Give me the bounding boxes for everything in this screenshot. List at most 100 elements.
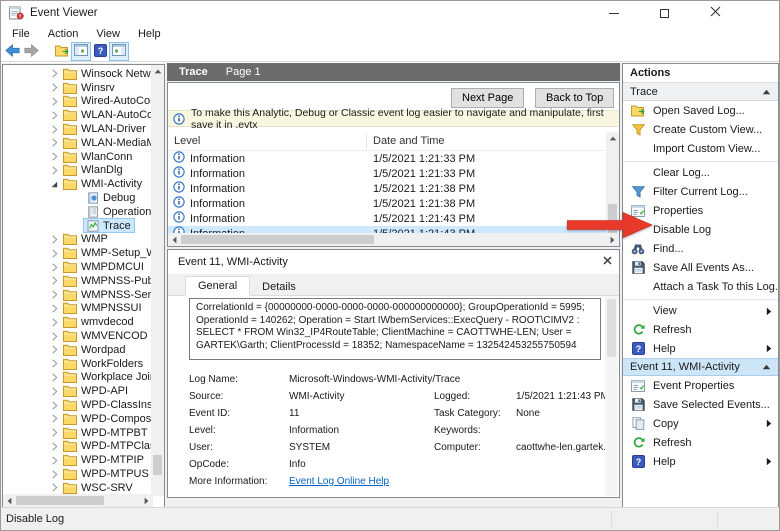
tree-item-highlight[interactable]: WlanDlg [60,164,126,177]
menu-item[interactable]: Help [129,27,170,41]
back-to-top-button[interactable]: Back to Top [535,88,614,108]
expander-icon[interactable] [49,166,60,175]
menu-item[interactable]: File [3,27,39,41]
action-item[interactable]: Find... [623,239,778,258]
tree-item[interactable]: WorkFolders [3,357,152,371]
actions-section-event[interactable]: Event 11, WMI-Activity [623,358,778,376]
expander-icon[interactable] [49,428,60,437]
expander-icon[interactable] [49,83,60,92]
tab-general[interactable]: General [185,276,250,296]
tree-item-highlight[interactable]: Winsrv [60,81,118,94]
tree-item[interactable]: Debug [3,191,152,205]
maximize-button[interactable] [647,1,681,25]
expander-icon[interactable] [49,97,60,106]
tree-item[interactable]: wmvdecod [3,315,152,329]
tree-item[interactable]: WMP [3,233,152,247]
column-header-datetime[interactable]: Date and Time [367,135,445,147]
action-item[interactable]: ? Help [623,339,778,358]
expander-icon[interactable] [49,249,60,258]
toolbar-button[interactable] [72,43,90,60]
tree-item[interactable]: WPD-ClassInstal [3,398,152,412]
tree-item[interactable]: WMI-Activity [3,177,152,191]
title-bar[interactable]: Event Viewer [1,1,779,25]
action-item[interactable]: Import Custom View... [623,139,778,158]
tree-item-highlight[interactable]: WorkFolders [60,357,146,370]
close-button[interactable] [698,1,732,25]
tree-item-highlight[interactable]: wmvdecod [60,316,137,329]
tree-horizontal-scrollbar[interactable] [3,494,153,507]
tree-item-highlight[interactable]: Workplace Join [60,371,152,384]
action-item[interactable]: Open Saved Log... [623,101,778,120]
tree-item-highlight[interactable]: WMPDMCUI [60,261,147,274]
details-scrollbar-thumb[interactable] [607,299,616,357]
tree-hscrollbar-thumb[interactable] [16,496,104,505]
tree-item[interactable]: WPD-MTPClassD [3,440,152,454]
tree-item[interactable]: Wired-AutoConf [3,95,152,109]
tree-item-highlight[interactable]: WMP-Setup_WM [60,247,152,260]
close-details-icon[interactable] [603,256,612,265]
next-page-button[interactable]: Next Page [451,88,524,108]
event-row[interactable]: Information 1/5/2021 1:21:38 PM [168,181,606,196]
toolbar-button[interactable] [22,43,40,60]
action-item[interactable]: Save Selected Events... [623,395,778,414]
tree-item[interactable]: WPD-MTPUS [3,467,152,481]
tree-item[interactable]: Workplace Join [3,371,152,385]
collapse-icon[interactable] [762,364,771,370]
tree-item[interactable]: WPD-MTPBT [3,426,152,440]
tree-item[interactable]: WPD-API [3,384,152,398]
event-row[interactable]: Information 1/5/2021 1:21:43 PM [168,211,606,226]
expander-icon[interactable] [49,152,60,161]
event-description[interactable]: CorrelationId = {00000000-0000-0000-0000… [189,298,601,360]
event-row[interactable]: Information 1/5/2021 1:21:33 PM [168,151,606,166]
toolbar-button[interactable] [3,43,21,60]
action-item[interactable]: Create Custom View... [623,120,778,139]
tree-scrollbar-thumb[interactable] [153,455,162,475]
event-log-online-help-link[interactable]: Event Log Online Help [289,476,389,487]
menu-item[interactable]: View [87,27,129,41]
event-row[interactable]: Information 1/5/2021 1:21:33 PM [168,166,606,181]
tree-item-highlight[interactable]: WLAN-Driver [60,123,149,136]
tree-item[interactable]: WMPDMCUI [3,260,152,274]
expander-icon[interactable] [49,387,60,396]
tree-item-highlight[interactable]: WMI-Activity [60,178,145,191]
tree-item-highlight[interactable]: Operational [84,205,152,218]
tree-item-highlight[interactable]: Wired-AutoConf [60,95,152,108]
action-item[interactable]: Attach a Task To this Log... [623,277,778,296]
minimize-button[interactable] [597,1,631,25]
tree-item[interactable]: WMPNSSUI [3,302,152,316]
expander-icon[interactable] [49,180,60,189]
tree-item[interactable]: WLAN-Driver [3,122,152,136]
tree-item[interactable]: WLAN-MediaMa [3,136,152,150]
tree-item[interactable]: Wordpad [3,343,152,357]
toolbar-button[interactable] [53,43,71,60]
scroll-right-icon[interactable] [140,494,153,507]
expander-icon[interactable] [49,456,60,465]
scroll-up-icon[interactable] [151,65,164,78]
toolbar-button[interactable]: ? [91,43,109,60]
action-item[interactable]: ? Help [623,452,778,471]
event-list-horizontal-scrollbar[interactable] [168,233,619,246]
tree-item-highlight[interactable]: Wordpad [60,343,128,356]
expander-icon[interactable] [49,304,60,313]
expander-icon[interactable] [49,483,60,492]
tree-item[interactable]: Winsrv [3,81,152,95]
tree-item[interactable]: Operational [3,205,152,219]
tree-item-highlight[interactable]: WlanConn [60,150,135,163]
tree-item[interactable]: WMVENCOD [3,329,152,343]
tree-item[interactable]: WMP-Setup_WM [3,246,152,260]
tree-item[interactable]: Winsock Networ [3,67,152,81]
tree-item[interactable]: WMPNSS-Servic [3,288,152,302]
actions-section-trace[interactable]: Trace [623,83,778,101]
tree-item[interactable]: Trace [3,219,152,233]
tree-item[interactable]: WPD-MTPIP [3,453,152,467]
event-row[interactable]: Information 1/5/2021 1:21:38 PM [168,196,606,211]
menu-item[interactable]: Action [39,27,88,41]
expander-icon[interactable] [49,125,60,134]
expander-icon[interactable] [49,111,60,120]
tree-item-highlight[interactable]: WMP [60,233,111,246]
tree-item-highlight[interactable]: Winsock Networ [60,67,152,80]
tree-item[interactable]: WlanConn [3,150,152,164]
expander-icon[interactable] [49,318,60,327]
tree-item[interactable]: WSC-SRV [3,481,152,494]
tree-item-highlight[interactable]: WLAN-MediaMa [60,136,152,149]
